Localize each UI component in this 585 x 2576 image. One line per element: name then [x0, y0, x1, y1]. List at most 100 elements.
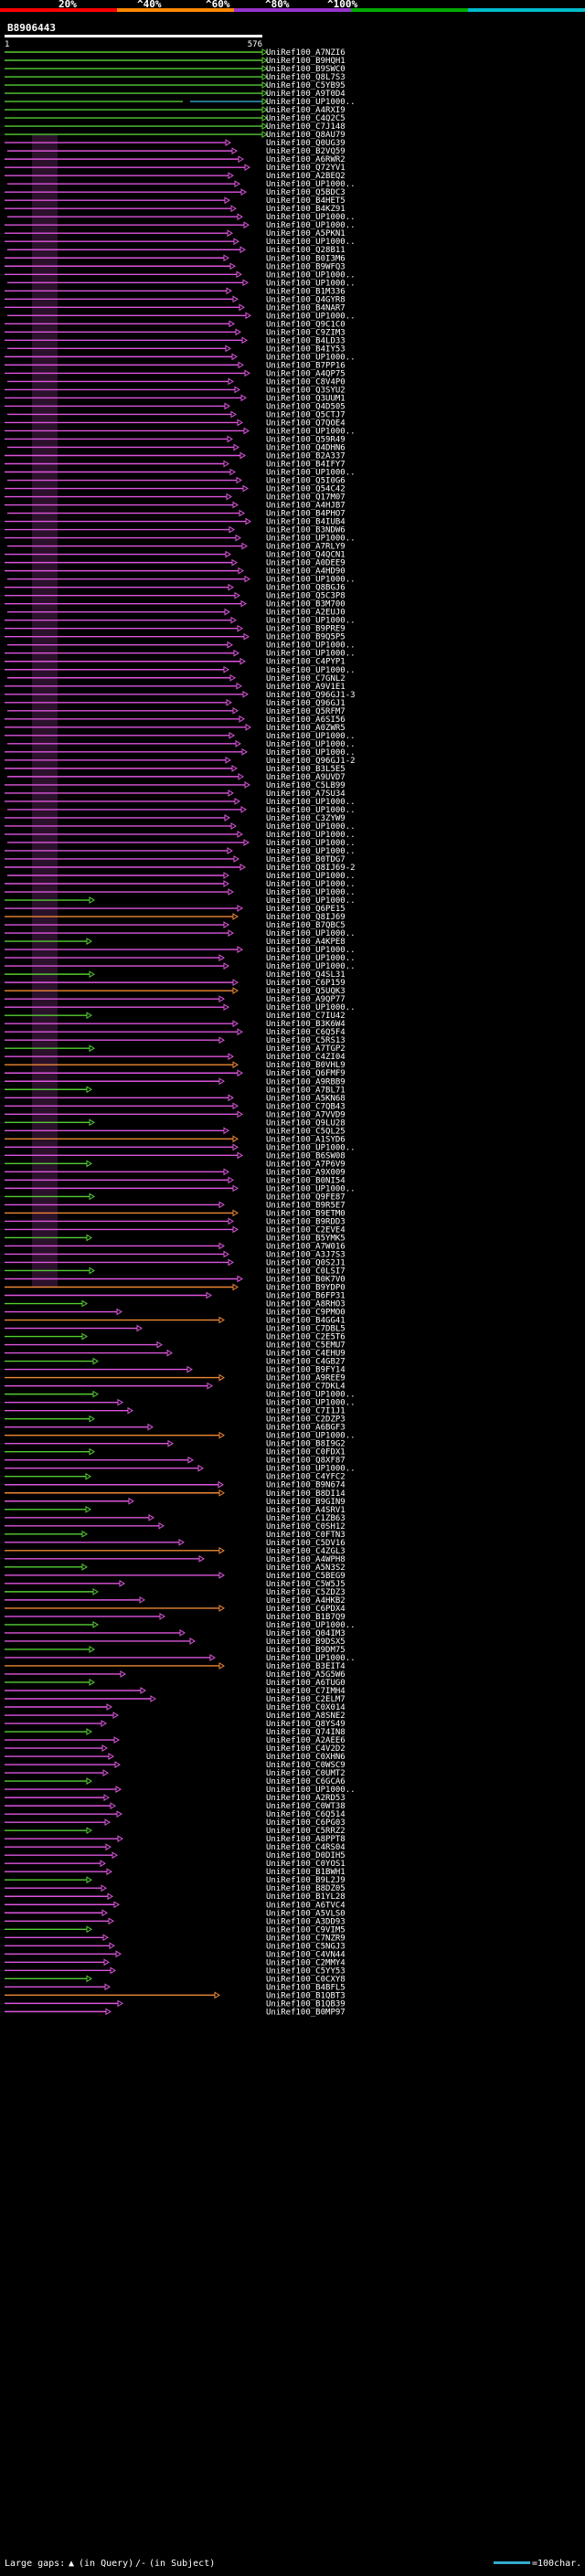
legend-subject-gap-marker: /- [135, 2559, 146, 2569]
hit-end-arrow [234, 798, 240, 805]
hit-end-arrow [218, 1546, 225, 1554]
hit-end-arrow [235, 739, 241, 747]
hit-end-arrow [231, 147, 238, 155]
hit-end-arrow [224, 196, 230, 205]
hit-end-arrow [241, 542, 248, 550]
hit-end-arrow [89, 970, 95, 979]
hit-end-arrow [226, 287, 232, 295]
hit-end-arrow [227, 847, 233, 854]
hit-end-arrow [89, 1679, 95, 1686]
legend-in-subject: (in Subject) [149, 2559, 215, 2569]
hit-end-arrow [150, 1695, 156, 1702]
hit-end-arrow [228, 1094, 234, 1102]
hit-end-arrow [92, 1621, 99, 1628]
legend-large-gaps: Large gaps: [5, 2559, 65, 2569]
hit-end-arrow [224, 608, 230, 616]
scale-tick-label: ^100% [327, 0, 357, 10]
hit-end-arrow [228, 790, 234, 797]
hit-end-arrow [237, 1110, 243, 1118]
hit-end-arrow [89, 896, 95, 904]
hit-end-arrow [239, 451, 246, 460]
hit-end-arrow [245, 723, 251, 731]
hit-label[interactable]: UniRef100_B0MP97 [266, 2008, 346, 2017]
hit-end-arrow [223, 1168, 229, 1176]
hit-end-arrow [230, 822, 237, 830]
hit-end-arrow [232, 501, 239, 509]
hit-end-arrow [225, 756, 231, 764]
hit-end-arrow [232, 706, 239, 715]
hit-end-arrow [225, 345, 231, 353]
hit-end-arrow [236, 270, 242, 279]
hit-end-arrow [86, 1876, 92, 1884]
hit-end-arrow [148, 1513, 154, 1521]
hit-end-arrow [86, 1160, 92, 1168]
hit-end-arrow [85, 1472, 91, 1480]
hit-end-arrow [237, 905, 243, 912]
hit-end-arrow [119, 1579, 125, 1587]
hit-end-arrow [230, 616, 237, 624]
hit-end-arrow [89, 1044, 95, 1053]
hit-end-arrow [228, 1217, 234, 1225]
hit-end-arrow [218, 1242, 225, 1250]
hit-end-arrow [218, 1036, 225, 1044]
hit-end-arrow [197, 1464, 204, 1472]
hit-end-arrow [113, 1736, 120, 1744]
hit-row[interactable]: UniRef100_B0MP97 [5, 2008, 346, 2017]
hit-end-arrow [104, 1818, 111, 1827]
hit-end-arrow [227, 435, 233, 443]
hit-end-arrow [232, 1135, 239, 1143]
hit-end-arrow [226, 493, 232, 501]
hit-end-arrow [238, 567, 244, 575]
hit-end-arrow [228, 172, 234, 180]
hit-end-arrow [218, 1662, 225, 1670]
hit-end-arrow [239, 657, 246, 665]
hit-end-arrow [86, 938, 92, 945]
hit-end-arrow [228, 583, 234, 591]
hit-end-arrow [86, 1777, 92, 1785]
legend-query-gap-marker: ▲ [69, 2559, 74, 2569]
hit-end-arrow [228, 377, 234, 386]
hit-end-arrow [240, 188, 247, 196]
hit-end-arrow [237, 946, 243, 953]
hit-end-arrow [237, 1151, 243, 1160]
hit-end-arrow [86, 1728, 92, 1735]
hit-end-arrow [234, 386, 240, 394]
hit-end-arrow [230, 410, 237, 419]
hit-end-arrow [86, 1012, 92, 1020]
hit-end-arrow [233, 649, 239, 657]
hit-end-arrow [245, 517, 251, 525]
hit-end-arrow [223, 880, 229, 887]
hit-end-arrow [244, 575, 250, 583]
hit-end-arrow [106, 1703, 112, 1711]
hit-end-arrow [159, 1613, 165, 1620]
hit-end-arrow [139, 1595, 145, 1604]
hit-end-arrow [229, 262, 236, 270]
hit-end-arrow [232, 979, 239, 987]
hit-end-arrow [242, 690, 249, 698]
hit-end-arrow [230, 205, 237, 213]
hit-end-arrow [81, 1332, 88, 1341]
hit-end-arrow [115, 1786, 122, 1793]
hit-end-arrow [105, 2008, 112, 2016]
hit-end-arrow [241, 336, 248, 345]
hit-end-arrow [218, 954, 225, 961]
hit-end-arrow [227, 229, 233, 238]
hit-end-arrow [244, 781, 250, 789]
hit-end-arrow [116, 1308, 122, 1316]
hit-end-arrow [239, 509, 245, 517]
hit-end-arrow [229, 673, 236, 682]
hit-end-arrow [242, 279, 249, 287]
hit-end-arrow [166, 1349, 173, 1357]
hit-end-arrow [105, 1843, 112, 1851]
hit-end-arrow [228, 1053, 234, 1061]
hit-end-arrow [240, 394, 247, 402]
hit-end-arrow [101, 1720, 107, 1727]
hit-end-arrow [107, 1892, 113, 1901]
hit-end-arrow [127, 1406, 133, 1415]
hit-end-arrow [108, 1753, 114, 1760]
hit-end-arrow [236, 476, 242, 484]
hit-end-arrow [223, 1003, 229, 1012]
hit-end-arrow [86, 1925, 92, 1934]
hit-list: UniRef100_A7NZI6UniRef100_B9HQH1UniRef10… [5, 48, 356, 2017]
hit-end-arrow [231, 353, 238, 361]
